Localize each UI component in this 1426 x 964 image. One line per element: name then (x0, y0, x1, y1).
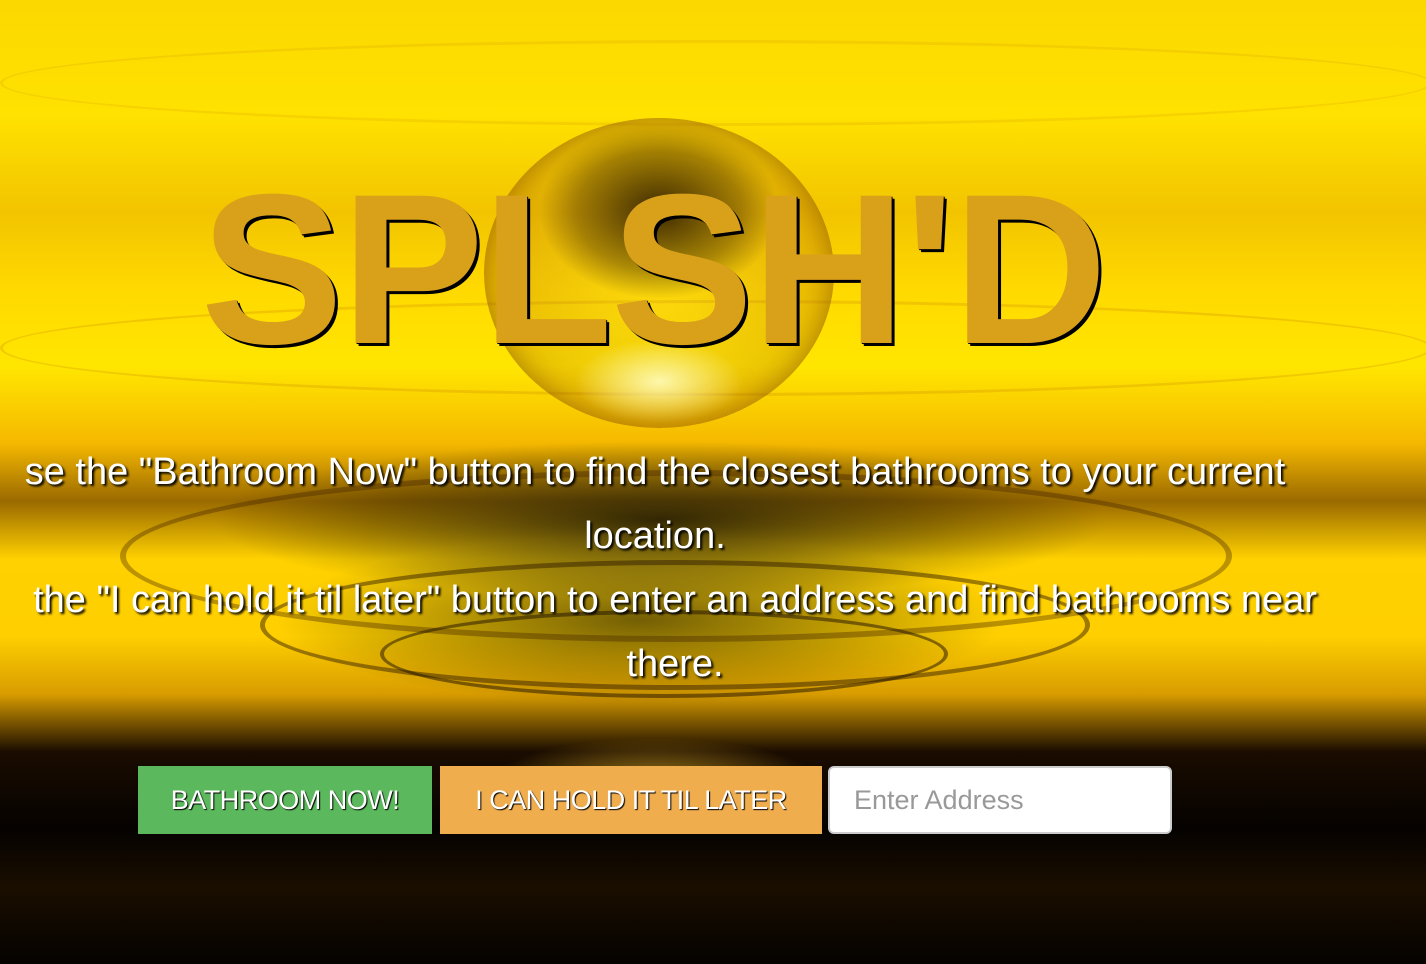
hold-til-later-button[interactable]: I CAN HOLD IT TIL LATER (440, 766, 822, 834)
instruction-hold-later: the "I can hold it til later" button to … (33, 579, 1317, 685)
instructions: se the "Bathroom Now" button to find the… (0, 440, 1350, 696)
landing-content: SPLSH'D se the "Bathroom Now" button to … (0, 0, 1426, 964)
bathroom-now-button[interactable]: BATHROOM NOW! (138, 766, 432, 834)
instruction-bathroom-now: se the "Bathroom Now" button to find the… (24, 451, 1286, 557)
address-input[interactable] (828, 766, 1172, 834)
site-title: SPLSH'D (200, 150, 1108, 389)
action-bar: BATHROOM NOW! I CAN HOLD IT TIL LATER (138, 766, 1172, 834)
